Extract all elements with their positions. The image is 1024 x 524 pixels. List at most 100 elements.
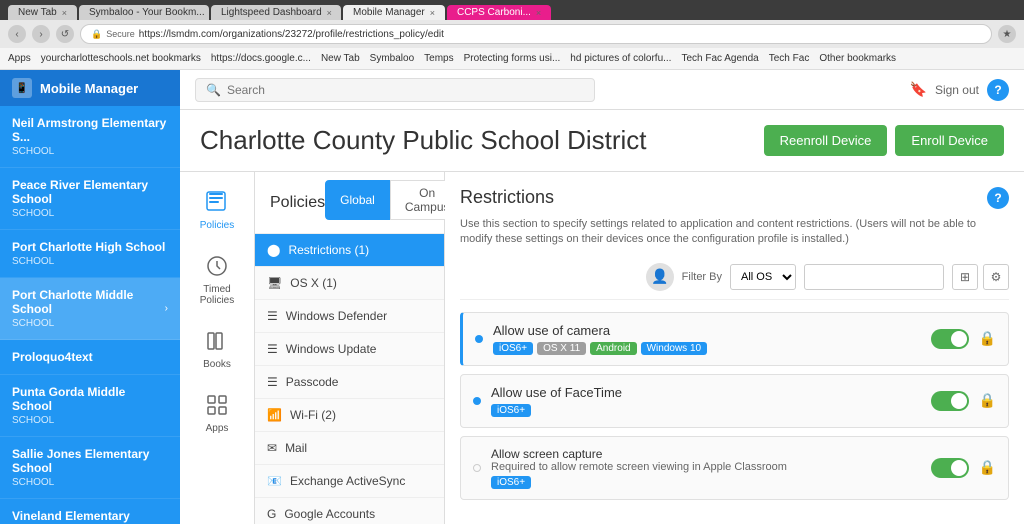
bookmark-charlotte[interactable]: yourcharlotteschools.net bookmarks <box>41 53 201 64</box>
restriction-item-facetime: Allow use of FaceTime iOS6+ 🔒 <box>460 374 1009 428</box>
policy-item-passcode[interactable]: ☰ Passcode <box>255 366 444 399</box>
policies-icon <box>202 187 232 217</box>
bookmark-newtab[interactable]: New Tab <box>321 53 360 64</box>
policy-item-restrictions[interactable]: ⬤ Restrictions (1) <box>255 234 444 267</box>
main-content: Policies Timed Policies <box>180 172 1024 524</box>
tab-mobile-manager[interactable]: Mobile Manager× <box>343 5 445 20</box>
restriction-content-facetime: Allow use of FaceTime iOS6+ <box>491 385 921 417</box>
sidebar-item-port-high[interactable]: Port Charlotte High School SCHOOL <box>0 230 180 278</box>
policy-item-osx[interactable]: 🖥 OS X (1) <box>255 267 444 300</box>
nav-item-timed-policies[interactable]: Timed Policies <box>180 241 254 316</box>
bookmark-other[interactable]: Other bookmarks <box>819 53 896 64</box>
policy-list-container: Policies Global On Campus ⬤ Restrictions… <box>255 172 445 524</box>
search-icon: 🔍 <box>206 83 221 97</box>
nav-item-policies[interactable]: Policies <box>180 177 254 241</box>
policy-list: ⬤ Restrictions (1) 🖥 OS X (1) ☰ Windows … <box>255 234 445 524</box>
policy-item-mail[interactable]: ✉ Mail <box>255 432 444 465</box>
filter-search-input[interactable] <box>804 264 944 290</box>
bookmark-techfac[interactable]: Tech Fac Agenda <box>681 53 758 64</box>
filter-select[interactable]: All OS <box>730 264 796 290</box>
policies-top-bar: Policies Global On Campus <box>255 172 444 234</box>
restriction-name-camera: Allow use of camera <box>493 323 921 338</box>
exchange-icon: 📧 <box>267 474 282 488</box>
help-button[interactable]: ? <box>987 79 1009 101</box>
sidebar-item-peace[interactable]: Peace River Elementary School SCHOOL <box>0 168 180 230</box>
bookmark-techfac2[interactable]: Tech Fac <box>769 53 810 64</box>
bookmark-icon: 🔖 <box>910 81 927 98</box>
restrictions-help-button[interactable]: ? <box>987 187 1009 209</box>
tab-symbaloo[interactable]: Symbaloo - Your Bookm...× <box>79 5 209 20</box>
sidebar-item-port-middle[interactable]: Port Charlotte Middle School SCHOOL › <box>0 278 180 340</box>
app-container: 📱 Mobile Manager Neil Armstrong Elementa… <box>0 70 1024 524</box>
filter-settings-button[interactable]: ⚙ <box>983 264 1009 290</box>
browser-tabs: New Tab× Symbaloo - Your Bookm...× Light… <box>8 0 551 20</box>
sidebar-item-vineland[interactable]: Vineland Elementary School SCHOOL <box>0 499 180 524</box>
restriction-dot-screen <box>473 464 481 472</box>
user-avatar: 👤 <box>646 263 674 291</box>
policy-item-google[interactable]: G Google Accounts <box>255 498 444 524</box>
bookmark-symbaloo[interactable]: Symbaloo <box>370 53 414 64</box>
bookmark-button[interactable]: ★ <box>998 25 1016 43</box>
bookmark-hd[interactable]: hd pictures of colorfu... <box>570 53 671 64</box>
toggle-facetime[interactable] <box>931 391 969 411</box>
tab-lightspeed[interactable]: Lightspeed Dashboard× <box>211 5 341 20</box>
sidebar-item-punta[interactable]: Punta Gorda Middle School SCHOOL <box>0 375 180 437</box>
nav-item-apps[interactable]: Apps <box>180 380 254 444</box>
top-bar-actions: 🔖 Sign out ? <box>910 79 1009 101</box>
books-icon <box>202 326 232 356</box>
passcode-icon: ☰ <box>267 375 278 389</box>
lock-facetime-icon[interactable]: 🔒 <box>979 392 996 409</box>
tag-android: Android <box>590 342 636 355</box>
enroll-device-button[interactable]: Enroll Device <box>895 125 1004 156</box>
toggle-camera[interactable] <box>931 329 969 349</box>
app-icon: 📱 <box>12 78 32 98</box>
sidebar-items: Neil Armstrong Elementary S... SCHOOL Pe… <box>0 106 180 524</box>
bookmark-docs[interactable]: https://docs.google.c... <box>211 53 311 64</box>
bookmark-temps[interactable]: Temps <box>424 53 453 64</box>
search-input[interactable] <box>227 83 427 97</box>
lock-camera-icon[interactable]: 🔒 <box>979 330 996 347</box>
restrictions-description: Use this section to specify settings rel… <box>460 217 1009 248</box>
policy-item-windows-update[interactable]: ☰ Windows Update <box>255 333 444 366</box>
osx-icon: 🖥 <box>267 276 282 290</box>
filter-grid-button[interactable]: ⊞ <box>952 264 978 290</box>
filter-row: 👤 Filter By All OS ⊞ ⚙ <box>460 263 1009 300</box>
browser-controls: ‹ › ↺ 🔒 Secure https://lsmdm.com/organiz… <box>0 20 1024 48</box>
sidebar-item-neil[interactable]: Neil Armstrong Elementary S... SCHOOL <box>0 106 180 168</box>
tag-windows10: Windows 10 <box>641 342 707 355</box>
app-title: Mobile Manager <box>40 81 138 96</box>
sign-out-button[interactable]: Sign out <box>935 83 979 97</box>
global-tab-button[interactable]: Global <box>325 180 390 220</box>
sidebar-item-sallie[interactable]: Sallie Jones Elementary School SCHOOL <box>0 437 180 499</box>
policy-item-windows-defender[interactable]: ☰ Windows Defender <box>255 300 444 333</box>
toggle-screen-capture[interactable] <box>931 458 969 478</box>
tab-ccps[interactable]: CCPS Carboni...× <box>447 5 551 20</box>
icon-nav: Policies Timed Policies <box>180 172 255 524</box>
search-container[interactable]: 🔍 <box>195 78 595 102</box>
restrictions-header: Restrictions ? <box>460 187 1009 209</box>
sidebar-item-proloquo[interactable]: Proloquo4text <box>0 340 180 375</box>
nav-item-books[interactable]: Books <box>180 316 254 380</box>
reload-button[interactable]: ↺ <box>56 25 74 43</box>
restriction-name-screen: Allow screen capture <box>491 447 921 461</box>
forward-button[interactable]: › <box>32 25 50 43</box>
tag-facetime-ios6: iOS6+ <box>491 404 531 417</box>
filter-label: Filter By <box>682 271 722 283</box>
address-bar[interactable]: 🔒 Secure https://lsmdm.com/organizations… <box>80 24 992 44</box>
bookmark-apps[interactable]: Apps <box>8 53 31 64</box>
bookmark-protecting[interactable]: Protecting forms usi... <box>464 53 561 64</box>
restriction-item-screen-capture: Allow screen capture Required to allow r… <box>460 436 1009 500</box>
policy-item-wifi[interactable]: 📶 Wi-Fi (2) <box>255 399 444 432</box>
tab-new-tab[interactable]: New Tab× <box>8 5 77 20</box>
lock-screen-icon[interactable]: 🔒 <box>979 459 996 476</box>
tag-ios6: iOS6+ <box>493 342 533 355</box>
back-button[interactable]: ‹ <box>8 25 26 43</box>
reenroll-device-button[interactable]: Reenroll Device <box>764 125 888 156</box>
restriction-dot-camera <box>475 335 483 343</box>
sidebar: 📱 Mobile Manager Neil Armstrong Elementa… <box>0 70 180 524</box>
browser-title-bar: New Tab× Symbaloo - Your Bookm...× Light… <box>0 0 1024 20</box>
restrictions-icon: ⬤ <box>267 243 280 257</box>
policy-item-exchange[interactable]: 📧 Exchange ActiveSync <box>255 465 444 498</box>
content-area: 🔍 🔖 Sign out ? Charlotte County Public S… <box>180 70 1024 524</box>
mail-icon: ✉ <box>267 441 277 455</box>
